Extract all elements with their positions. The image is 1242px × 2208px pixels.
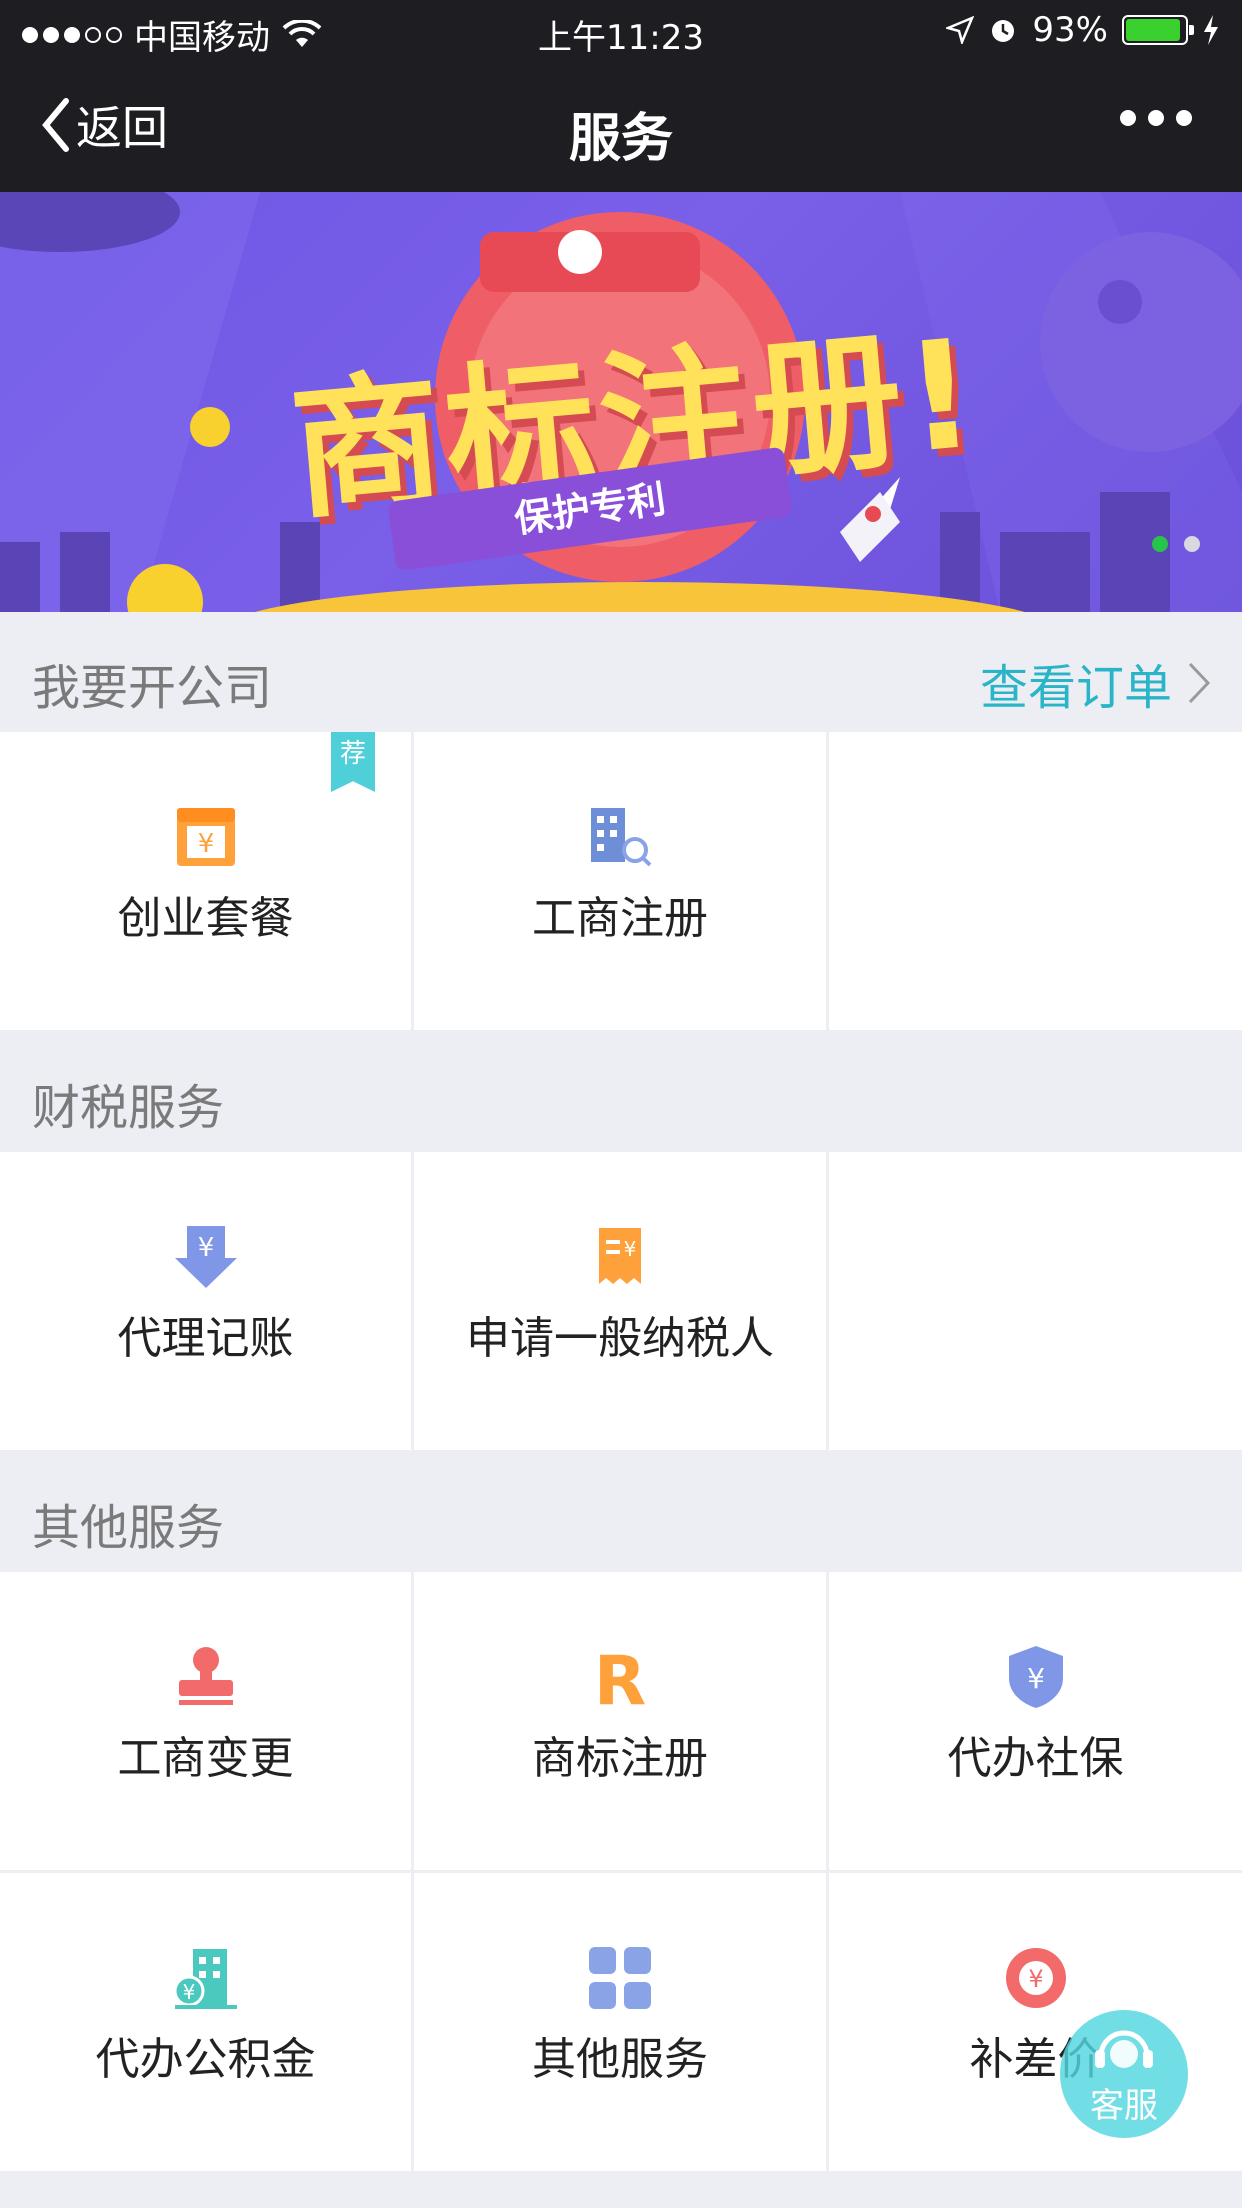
customer-service-label: 客服 [1090,2085,1158,2126]
page-title: 服务 [568,109,673,169]
empty-cell [829,732,1242,1030]
banner-indicator [1152,536,1200,552]
shield-yen-icon: ¥ [1008,1646,1063,1708]
more-dot [1148,110,1164,126]
empty-cell [829,1152,1242,1450]
service-label: 申请一般纳税人 [466,1313,774,1364]
more-dot [1120,110,1136,126]
view-orders-label: 查看订单 [979,660,1172,716]
stamp-icon [178,1647,233,1705]
battery-percent: 93% [1032,10,1108,50]
service-housing-fund[interactable]: ¥ 代办公积金 [0,1873,411,2171]
charging-icon [1204,15,1218,45]
service-startup-package[interactable]: 荐 ¥ 创业套餐 [0,732,411,1030]
chevron-right-icon [1188,662,1211,704]
building-search-icon [591,808,652,867]
service-label: 创业套餐 [117,893,294,944]
service-trademark[interactable]: R 商标注册 [414,1572,826,1870]
svg-text:R: R [594,1644,646,1710]
section-tax-header: 财税服务 [0,1032,1242,1152]
gift-box-yen-icon: ¥ [176,808,235,866]
section-other-title: 其他服务 [32,1500,225,1556]
service-other[interactable]: 其他服务 [414,1873,826,2171]
svg-text:¥: ¥ [182,1980,195,2004]
section-tax-title: 财税服务 [32,1080,225,1136]
coin-yen-icon: ¥ [1005,1948,1066,2008]
svg-text:¥: ¥ [197,1233,214,1263]
trademark-r-icon: R [594,1644,646,1710]
nav-bar: 返回 服务 [0,62,1242,192]
battery-icon [1122,15,1194,45]
view-orders-link[interactable]: 查看订单 [980,648,1212,718]
banner-dot[interactable] [1184,536,1200,552]
more-button[interactable] [1120,110,1192,126]
status-right: 93% [946,10,1220,50]
service-general-taxpayer[interactable]: ¥ 申请一般纳税人 [414,1152,826,1450]
service-label: 其他服务 [532,2034,708,2085]
location-icon [946,16,975,44]
alarm-icon [992,20,1015,42]
service-price-difference[interactable]: ¥ 补差价 [829,1873,1242,2171]
tax-grid: ¥ 代理记账 ¥ 申请一般纳税人 [0,1152,1242,1450]
section-company-title: 我要开公司 [32,660,273,716]
other-grid: 工商变更 R 商标注册 ¥ 代办社保 ¥ 代办公积金 其他服务 ¥ 补差价 [0,1572,1242,2171]
section-company-header: 我要开公司 查看订单 [0,612,1242,732]
banner-dot-active[interactable] [1152,536,1168,552]
grid-icon [589,1947,651,2009]
svg-text:¥: ¥ [197,829,214,859]
service-bookkeeping[interactable]: ¥ 代理记账 [0,1152,411,1450]
service-label: 工商注册 [532,893,708,944]
service-social-security[interactable]: ¥ 代办社保 [829,1572,1242,1870]
promo-banner[interactable]: 商标注册! 保护专利 [0,192,1242,612]
more-dot [1176,110,1192,126]
company-grid: 荐 ¥ 创业套餐 工商注册 [0,732,1242,1030]
customer-service-button[interactable]: 客服 [1060,2010,1188,2138]
service-label: 代理记账 [117,1313,294,1364]
yen-down-arrow-icon: ¥ [174,1226,237,1288]
top-bar: 中国移动 上午11:23 93% 返回 服务 [0,0,1242,192]
recommend-badge: 荐 [331,732,375,792]
service-business-change[interactable]: 工商变更 [0,1572,411,1870]
headset-icon [1095,2030,1153,2068]
building-yen-icon: ¥ [173,1949,237,2009]
service-label: 工商变更 [117,1733,294,1784]
receipt-icon: ¥ [599,1228,641,1284]
svg-text:¥: ¥ [1027,1662,1045,1695]
section-other-header: 其他服务 [0,1452,1242,1572]
service-label: 代办公积金 [95,2034,316,2085]
svg-text:¥: ¥ [1028,1965,1043,1993]
service-business-registration[interactable]: 工商注册 [414,732,826,1030]
status-bar: 中国移动 上午11:23 93% [0,0,1242,62]
service-label: 商标注册 [532,1733,708,1784]
svg-text:¥: ¥ [624,1237,637,1261]
service-label: 代办社保 [947,1733,1124,1784]
